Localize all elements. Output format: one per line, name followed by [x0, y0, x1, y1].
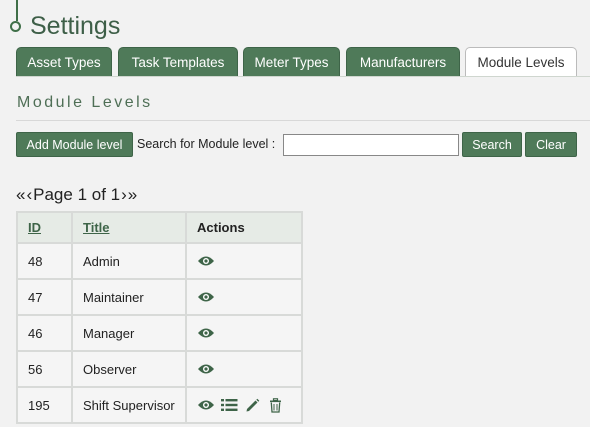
next-page-icon[interactable]: ›: [121, 185, 127, 205]
view-icon[interactable]: [197, 397, 215, 413]
add-module-level-button[interactable]: Add Module level: [16, 132, 133, 157]
search-label: Search for Module level :: [137, 137, 276, 151]
cell-actions: [185, 314, 303, 352]
column-header-id[interactable]: ID: [16, 211, 73, 244]
sort-by-title-link[interactable]: Title: [83, 220, 110, 235]
cell-actions: [185, 242, 303, 280]
prev-page-icon[interactable]: ‹: [26, 185, 32, 205]
tab-divider: [16, 76, 590, 77]
cell-title: Shift Supervisor: [71, 386, 187, 424]
cell-actions: [185, 278, 303, 316]
table-row: 195 Shift Supervisor: [16, 386, 303, 424]
cell-title: Admin: [71, 242, 187, 280]
view-icon[interactable]: [197, 361, 215, 377]
sort-by-id-link[interactable]: ID: [28, 220, 41, 235]
table-row: 46 Manager: [16, 314, 303, 352]
cell-id: 56: [16, 350, 73, 388]
table-row: 56 Observer: [16, 350, 303, 388]
clear-button[interactable]: Clear: [525, 132, 577, 157]
last-page-icon[interactable]: »: [128, 185, 137, 205]
view-icon[interactable]: [197, 289, 215, 305]
tab-asset-types[interactable]: Asset Types: [16, 47, 112, 77]
search-button[interactable]: Search: [462, 132, 522, 157]
view-icon[interactable]: [197, 325, 215, 341]
table-row: 48 Admin: [16, 242, 303, 280]
view-icon[interactable]: [197, 253, 215, 269]
cell-actions: [185, 386, 303, 424]
page-title: Settings: [30, 12, 121, 40]
table-row: 47 Maintainer: [16, 278, 303, 316]
header-line: [16, 0, 18, 21]
first-page-icon[interactable]: «: [16, 185, 25, 205]
cell-title: Observer: [71, 350, 187, 388]
tab-meter-types[interactable]: Meter Types: [243, 47, 340, 77]
cell-title: Manager: [71, 314, 187, 352]
module-levels-table: ID Title Actions 48 Admin 47 Maintainer 46 Ma…: [16, 211, 303, 424]
cell-id: 48: [16, 242, 73, 280]
section-divider: [16, 120, 590, 121]
cell-title: Maintainer: [71, 278, 187, 316]
pager: « ‹ Page 1 of 1 › »: [16, 185, 137, 205]
search-input[interactable]: [283, 134, 459, 156]
delete-icon[interactable]: [266, 397, 284, 413]
page-indicator: Page 1 of 1: [33, 185, 121, 204]
table-header-row: ID Title Actions: [16, 211, 303, 244]
cell-id: 195: [16, 386, 73, 424]
header-circle: [10, 21, 21, 32]
edit-icon[interactable]: [243, 397, 261, 413]
list-icon[interactable]: [220, 397, 238, 413]
cell-actions: [185, 350, 303, 388]
section-title: Module Levels: [17, 94, 153, 111]
column-header-title[interactable]: Title: [71, 211, 187, 244]
cell-id: 47: [16, 278, 73, 316]
column-header-actions: Actions: [185, 211, 303, 244]
tab-module-levels[interactable]: Module Levels: [465, 47, 577, 77]
cell-id: 46: [16, 314, 73, 352]
tab-manufacturers[interactable]: Manufacturers: [346, 47, 460, 77]
tab-task-templates[interactable]: Task Templates: [118, 47, 238, 77]
